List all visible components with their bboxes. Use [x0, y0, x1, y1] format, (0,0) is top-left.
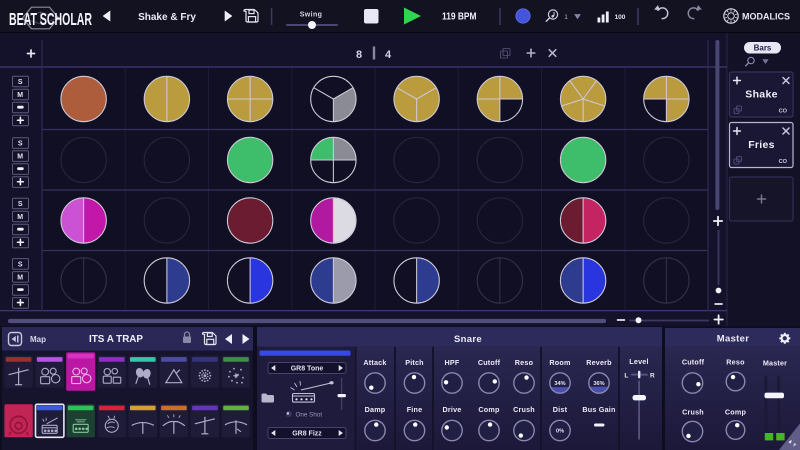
svg-text:Cutoff: Cutoff	[478, 358, 501, 367]
svg-text:Attack: Attack	[363, 358, 386, 367]
svg-text:One Shot: One Shot	[296, 411, 323, 418]
svg-text:36%: 36%	[593, 381, 604, 387]
svg-text:34%: 34%	[554, 381, 565, 387]
svg-text:Reverb: Reverb	[586, 358, 612, 367]
svg-text:Dist: Dist	[553, 405, 568, 414]
svg-text:Comp: Comp	[478, 405, 500, 414]
svg-text:Fine: Fine	[407, 405, 423, 414]
svg-text:Fries: Fries	[748, 139, 775, 151]
svg-text:M: M	[17, 274, 23, 281]
svg-text:Room: Room	[549, 358, 570, 367]
svg-text:BEAT SCHOLAR: BEAT SCHOLAR	[9, 9, 92, 29]
svg-text:Reso: Reso	[726, 358, 745, 367]
svg-text:S: S	[18, 141, 23, 148]
svg-text:Crush: Crush	[513, 405, 535, 414]
svg-text:MODALICS: MODALICS	[742, 11, 790, 22]
svg-text:Snare: Snare	[454, 334, 482, 345]
svg-text:S: S	[18, 79, 23, 86]
svg-text:Level: Level	[629, 357, 648, 366]
svg-text:Map: Map	[30, 335, 46, 344]
svg-text:ITS A TRAP: ITS A TRAP	[89, 334, 143, 345]
svg-text:119 BPM: 119 BPM	[442, 12, 477, 23]
svg-text:Shake: Shake	[745, 89, 777, 101]
svg-text:Swing: Swing	[300, 12, 323, 19]
svg-text:Damp: Damp	[365, 405, 386, 414]
svg-text:L: L	[624, 373, 628, 380]
svg-text:Crush: Crush	[682, 408, 704, 417]
svg-text:Cutoff: Cutoff	[682, 358, 705, 367]
svg-text:HPF: HPF	[445, 358, 460, 367]
svg-text:Master: Master	[717, 334, 749, 345]
svg-text:Reso: Reso	[515, 358, 534, 367]
svg-text:4: 4	[385, 49, 392, 61]
svg-text:8: 8	[356, 49, 362, 61]
svg-text:100: 100	[615, 14, 626, 21]
svg-text:S: S	[18, 201, 23, 208]
svg-text:0%: 0%	[556, 429, 564, 435]
svg-text:Pitch: Pitch	[405, 358, 424, 367]
svg-text:Shake & Fry: Shake & Fry	[138, 12, 196, 23]
svg-text:CO: CO	[779, 159, 788, 165]
svg-text:Master: Master	[763, 359, 787, 368]
svg-text:1: 1	[564, 14, 568, 21]
svg-text:S: S	[18, 261, 23, 268]
svg-text:GR8 Fizz: GR8 Fizz	[292, 431, 322, 438]
svg-text:M: M	[17, 92, 23, 99]
svg-text:Drive: Drive	[443, 405, 462, 414]
svg-text:Comp: Comp	[725, 408, 747, 417]
svg-text:M: M	[17, 154, 23, 161]
svg-text:R: R	[650, 373, 655, 380]
svg-text:Bars: Bars	[754, 44, 772, 53]
svg-text:GR8 Tone: GR8 Tone	[291, 366, 324, 373]
svg-text:Bus Gain: Bus Gain	[582, 405, 615, 414]
svg-text:CO: CO	[779, 109, 788, 115]
svg-text:M: M	[17, 214, 23, 221]
